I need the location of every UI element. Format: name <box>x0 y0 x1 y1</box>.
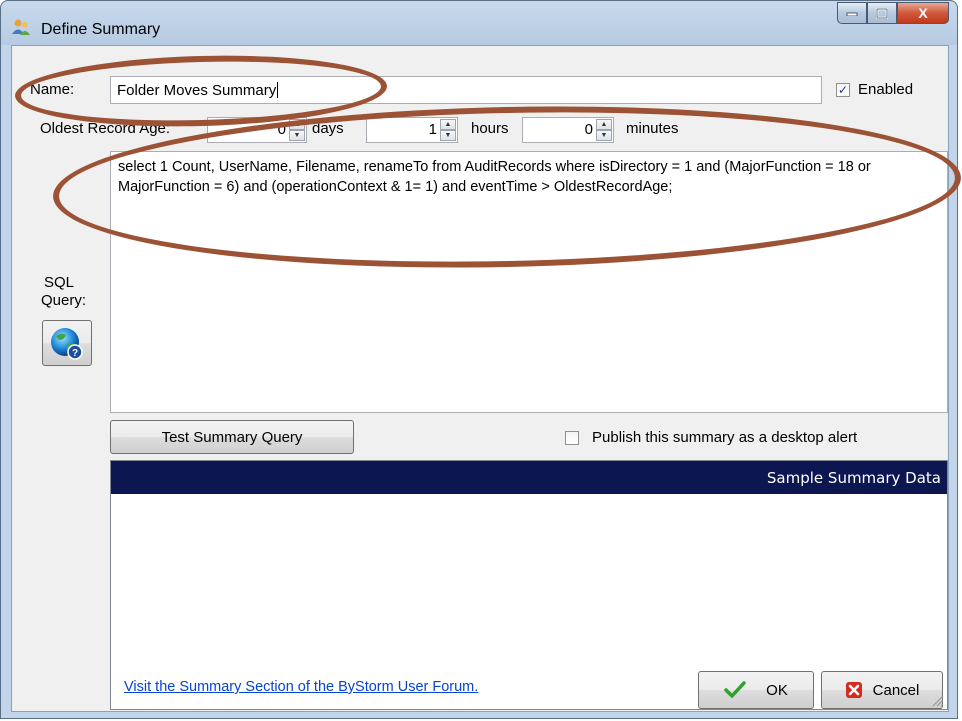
minutes-value: 0 <box>584 121 593 138</box>
resize-grip-icon[interactable] <box>930 693 944 707</box>
close-icon: X <box>918 5 928 21</box>
text-cursor <box>277 82 279 98</box>
define-summary-window: Define Summary X Name: Folder Moves Summ… <box>0 0 962 719</box>
cancel-x-icon <box>845 682 862 698</box>
ok-label: OK <box>766 681 788 699</box>
sql-label: SQL <box>44 274 75 291</box>
maximize-icon <box>876 7 888 19</box>
hours-down-arrow[interactable]: ▼ <box>440 130 456 141</box>
hours-label: hours <box>471 120 509 137</box>
name-input[interactable]: Folder Moves Summary <box>110 76 822 104</box>
svg-text:?: ? <box>72 348 78 359</box>
publish-desktop-alert-checkbox[interactable] <box>565 431 579 445</box>
sql-help-button[interactable]: ? <box>42 320 92 366</box>
hours-up-arrow[interactable]: ▲ <box>440 119 456 130</box>
sql-query-textarea[interactable]: select 1 Count, UserName, Filename, rena… <box>110 151 948 413</box>
minutes-spinner[interactable]: 0 ▲ ▼ <box>522 117 614 143</box>
query-label: Query: <box>41 292 87 309</box>
window-title: Define Summary <box>41 21 161 38</box>
ok-button[interactable]: OK <box>698 671 814 709</box>
close-button[interactable]: X <box>897 2 949 24</box>
publish-desktop-alert-label: Publish this summary as a desktop alert <box>592 429 858 446</box>
minutes-up-arrow[interactable]: ▲ <box>596 119 612 130</box>
days-spinner[interactable]: 0 ▲ ▼ <box>207 117 307 143</box>
enabled-label: Enabled <box>858 81 914 98</box>
days-down-arrow[interactable]: ▼ <box>289 130 305 141</box>
days-value: 0 <box>277 121 286 138</box>
maximize-button[interactable] <box>867 2 897 24</box>
checkmark-icon <box>724 681 746 698</box>
minutes-down-arrow[interactable]: ▼ <box>596 130 612 141</box>
enabled-checkbox[interactable]: ✓ <box>836 83 850 97</box>
oldest-record-age-label: Oldest Record Age: <box>40 120 171 137</box>
people-icon <box>12 19 30 35</box>
hours-spinner[interactable]: 1 ▲ ▼ <box>366 117 458 143</box>
cancel-label: Cancel <box>872 681 920 699</box>
minimize-icon <box>846 12 858 16</box>
name-value: Folder Moves Summary <box>117 81 277 99</box>
checkmark-glyph: ✓ <box>837 83 849 97</box>
test-summary-query-button[interactable]: Test Summary Query <box>110 420 354 454</box>
cancel-button[interactable]: Cancel <box>821 671 943 709</box>
dialog-body: Name: Folder Moves Summary ✓ Enabled Old… <box>11 45 949 712</box>
name-label: Name: <box>30 81 75 98</box>
user-forum-link[interactable]: Visit the Summary Section of the ByStorm… <box>124 679 478 695</box>
title-bar[interactable]: Define Summary X <box>1 1 957 45</box>
days-up-arrow[interactable]: ▲ <box>289 119 305 130</box>
globe-help-icon: ? <box>51 328 83 360</box>
minimize-button[interactable] <box>837 2 867 24</box>
days-label: days <box>312 120 344 137</box>
minutes-label: minutes <box>626 120 679 137</box>
sample-summary-data-header: Sample Summary Data <box>111 461 947 494</box>
hours-value: 1 <box>428 121 437 138</box>
